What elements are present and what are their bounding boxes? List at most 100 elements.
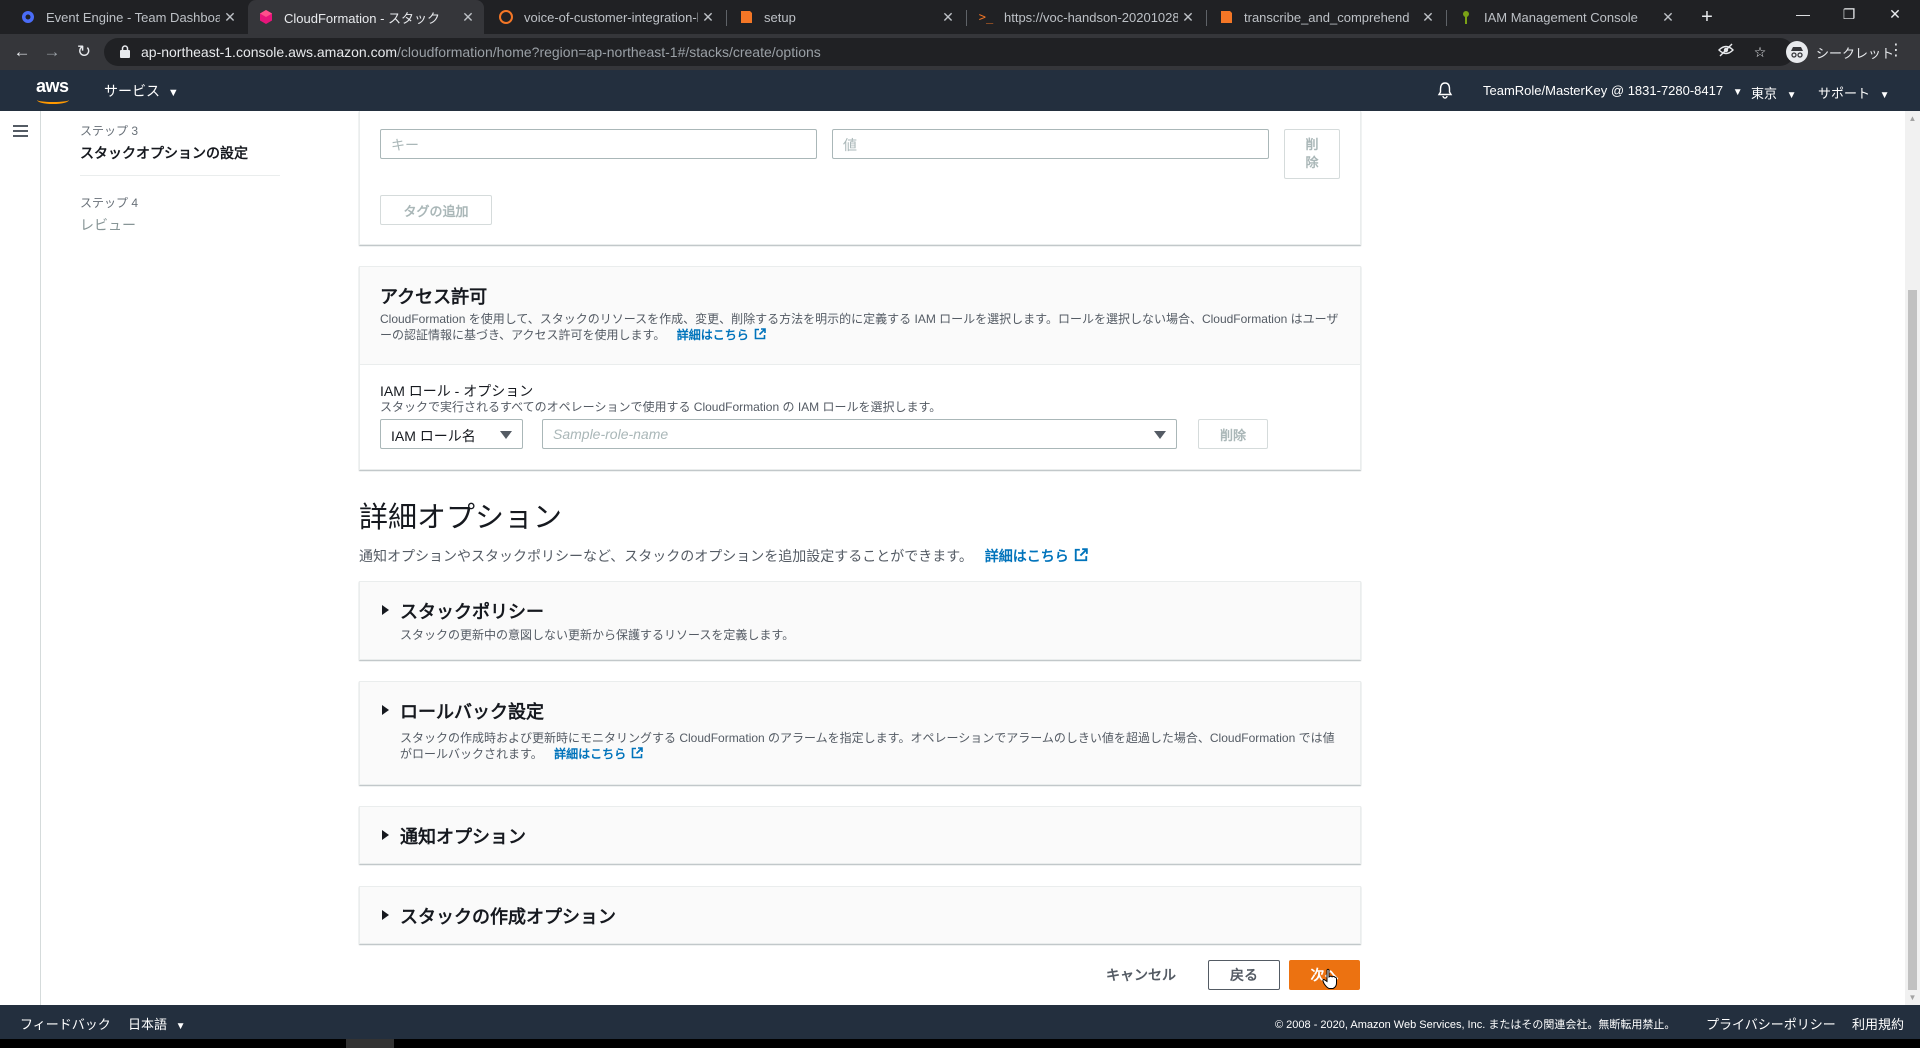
scroll-down-icon[interactable]: ▼ [1908, 993, 1917, 1002]
expand-caret-icon [382, 830, 389, 840]
scrollbar-thumb[interactable] [1908, 290, 1917, 990]
terminal-icon: >_ [978, 10, 994, 24]
support-menu[interactable]: サポート ▼ [1818, 83, 1890, 102]
stack-creation-options-section[interactable]: スタックの作成オプション [359, 886, 1361, 944]
cloudformation-icon [258, 9, 274, 25]
bookmark-star-icon[interactable]: ☆ [1750, 42, 1770, 62]
tab-title: setup [764, 9, 796, 25]
browser-tab-jupyter[interactable]: voice-of-customer-integration-h ✕ [488, 0, 724, 34]
rollback-configuration-section[interactable]: ロールバック設定 スタックの作成時および更新時にモニタリングする CloudFo… [359, 681, 1361, 785]
event-engine-icon [20, 9, 36, 25]
terms-link[interactable]: 利用規約 [1852, 1014, 1904, 1033]
language-menu[interactable]: 日本語 ▼ [128, 1014, 186, 1033]
notification-options-section[interactable]: 通知オプション [359, 806, 1361, 864]
forward-arrow-icon[interactable]: → [40, 40, 64, 64]
address-bar[interactable]: ap-northeast-1.console.aws.amazon.com/cl… [104, 38, 1794, 66]
aws-console-header: aws サービス ▼ TeamRole/MasterKey @ 1831-728… [0, 70, 1920, 111]
add-tag-button[interactable]: タグの追加 [380, 195, 492, 225]
learn-more-link[interactable]: 詳細はこちら [554, 747, 643, 761]
iam-role-type-select[interactable]: IAM ロール名 [380, 419, 523, 449]
scroll-up-icon[interactable]: ▲ [1908, 114, 1917, 123]
learn-more-link[interactable]: 詳細はこちら [677, 328, 766, 342]
link-text: 詳細はこちら [554, 747, 627, 761]
section-title: 通知オプション [400, 827, 526, 847]
account-label: TeamRole/MasterKey @ 1831-7280-8417 [1483, 83, 1724, 98]
select-value: IAM ロール名 [391, 428, 476, 444]
back-arrow-icon[interactable]: ← [10, 40, 34, 64]
url-path: /cloudformation/home?region=ap-northeast… [397, 44, 821, 60]
browser-tab-terminal[interactable]: >_ https://voc-handson-20201028-g ✕ [968, 0, 1204, 34]
tab-separator [966, 10, 967, 26]
region-menu[interactable]: 東京 ▼ [1751, 83, 1797, 102]
reload-icon[interactable]: ↻ [72, 40, 96, 64]
iam-role-label: IAM ロール - オプション [380, 383, 534, 399]
close-icon[interactable]: ✕ [1418, 9, 1438, 26]
caret-down-icon: ▼ [1879, 90, 1890, 101]
close-icon[interactable]: ✕ [698, 9, 718, 26]
caret-down-icon: ▼ [175, 1021, 186, 1032]
account-menu[interactable]: TeamRole/MasterKey @ 1831-7280-8417 ▼ [1483, 83, 1743, 98]
minimize-icon[interactable]: — [1780, 0, 1826, 30]
notifications-bell-icon[interactable] [1436, 81, 1454, 99]
close-icon[interactable]: ✕ [220, 9, 240, 26]
copyright-text: © 2008 - 2020, Amazon Web Services, Inc.… [1275, 1019, 1676, 1031]
tag-value-input[interactable]: 値 [832, 129, 1269, 159]
close-icon[interactable]: ✕ [1658, 9, 1678, 26]
tab-title: transcribe_and_comprehend [1244, 9, 1410, 25]
feedback-link[interactable]: フィードバック [20, 1014, 111, 1033]
browser-tab-iam[interactable]: IAM Management Console ✕ [1448, 0, 1684, 34]
step-divider [80, 175, 280, 176]
section-title: スタックの作成オプション [400, 907, 616, 927]
hamburger-menu-icon[interactable] [13, 125, 28, 137]
permissions-description: CloudFormation を使用して、スタックのリソースを作成、変更、削除す… [380, 311, 1340, 343]
region-label: 東京 [1751, 86, 1778, 101]
aws-logo[interactable]: aws [36, 76, 72, 104]
browser-tab-setup[interactable]: setup ✕ [728, 0, 964, 34]
browser-menu-icon[interactable]: ⋮ [1888, 40, 1904, 60]
permissions-header: アクセス許可 CloudFormation を使用して、スタックのリソースを作成… [360, 267, 1360, 365]
hand-cursor-icon [1322, 968, 1337, 989]
link-text: 詳細はこちら [676, 328, 749, 342]
permissions-title: アクセス許可 [380, 287, 488, 307]
caret-down-icon: ▼ [1732, 87, 1743, 98]
back-button[interactable]: 戻る [1208, 960, 1280, 990]
privacy-policy-link[interactable]: プライバシーポリシー [1706, 1014, 1836, 1033]
close-icon[interactable]: ✕ [938, 9, 958, 26]
button-label: タグの追加 [403, 203, 469, 219]
tab-separator [1206, 10, 1207, 26]
stack-policy-section[interactable]: スタックポリシー スタックの更新中の意図しない更新から保護するリソースを定義しま… [359, 581, 1361, 660]
taskbar-active-item[interactable] [346, 1039, 394, 1048]
browser-tab-transcribe[interactable]: transcribe_and_comprehend ✕ [1208, 0, 1444, 34]
description-text: CloudFormation を使用して、スタックのリソースを作成、変更、削除す… [380, 312, 1339, 342]
new-tab-icon[interactable]: + [1694, 4, 1720, 30]
link-text: 利用規約 [1852, 1017, 1905, 1032]
cancel-button[interactable]: キャンセル [1106, 960, 1176, 990]
section-title: スタックポリシー [400, 602, 544, 622]
window-close-icon[interactable]: ✕ [1872, 0, 1918, 30]
tag-remove-button[interactable]: 削除 [1284, 129, 1340, 179]
caret-down-icon: ▼ [1786, 90, 1797, 101]
iam-role-remove-button[interactable]: 削除 [1198, 419, 1268, 449]
support-label: サポート [1818, 86, 1871, 101]
jupyter-icon [498, 9, 514, 25]
aws-smile-icon [37, 96, 69, 104]
browser-tab-cloudformation[interactable]: CloudFormation - スタック ✕ [248, 0, 484, 34]
restore-icon[interactable]: ❐ [1826, 0, 1872, 30]
step-3-nav[interactable]: ステップ 3 スタックオプションの設定 [80, 122, 248, 163]
iam-role-hint: スタックで実行されるすべてのオペレーションで使用する CloudFormatio… [380, 400, 942, 414]
learn-more-link[interactable]: 詳細はこちら [985, 548, 1088, 564]
iam-role-name-input[interactable]: Sample-role-name [542, 419, 1177, 449]
profile-button[interactable]: シークレット [1786, 39, 1894, 65]
services-menu[interactable]: サービス ▼ [104, 81, 179, 101]
close-icon[interactable]: ✕ [1178, 9, 1198, 26]
button-label: 削除 [1305, 137, 1319, 170]
browser-tab-event-engine[interactable]: Event Engine - Team Dashboard ✕ [10, 0, 246, 34]
incognito-eye-icon[interactable] [1716, 42, 1736, 62]
url-text: ap-northeast-1.console.aws.amazon.com/cl… [141, 44, 821, 60]
close-icon[interactable]: ✕ [458, 9, 478, 26]
tag-key-input[interactable]: キー [380, 129, 817, 159]
aws-logo-text: aws [36, 76, 69, 96]
os-taskbar [0, 1039, 1920, 1048]
step-4-nav[interactable]: ステップ 4 レビュー [80, 194, 138, 235]
button-label: 削除 [1219, 427, 1246, 443]
